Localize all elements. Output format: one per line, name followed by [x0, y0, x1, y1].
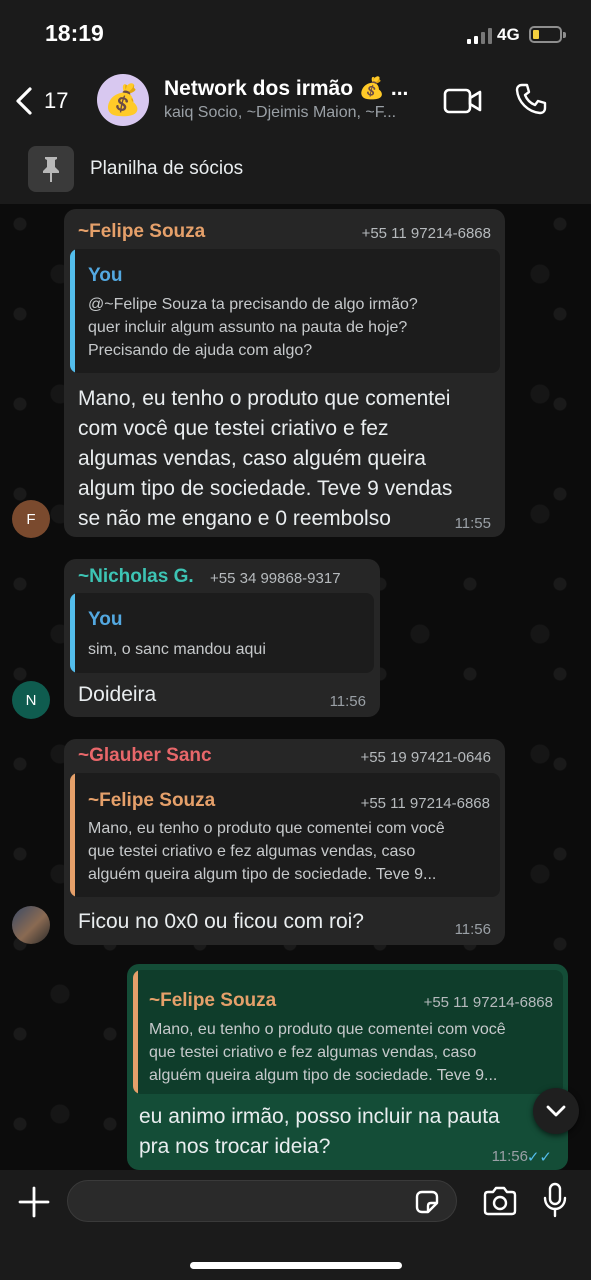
- voice-call-button[interactable]: [514, 82, 548, 116]
- message-bubble[interactable]: ~Glauber Sanc +55 19 97421-0646 ~Felipe …: [64, 739, 505, 945]
- group-members[interactable]: kaiq Socio, ~Djeimis Maion, ~F...: [164, 104, 426, 122]
- quote-text-line: alguém queira algum tipo de sociedade. T…: [88, 866, 437, 883]
- message-time: 11:56: [491, 1148, 528, 1165]
- back-button[interactable]: 17: [14, 84, 84, 118]
- battery-icon: [529, 26, 566, 43]
- chat-area[interactable]: ~Felipe Souza +55 11 97214-6868 You @~Fe…: [0, 204, 591, 1170]
- unread-count: 17: [44, 88, 69, 113]
- message-text-line: algumas vendas, caso alguém queira: [78, 447, 426, 470]
- network-type: 4G: [497, 25, 520, 44]
- sender-phone: +55 19 97421-0646: [360, 749, 491, 766]
- quoted-message[interactable]: You @~Felipe Souza ta precisando de algo…: [70, 249, 500, 373]
- message-text-line: com você que testei criativo e fez: [78, 417, 389, 440]
- quote-text-line: quer incluir algum assunto na pauta de h…: [88, 319, 408, 336]
- pinned-message[interactable]: Planilha de sócios: [0, 142, 591, 204]
- scroll-to-bottom-button[interactable]: [533, 1088, 579, 1134]
- status-bar: 18:19 4G: [0, 0, 591, 64]
- message-text-line: Doideira: [78, 683, 157, 706]
- chat-header: 17 💰 Network dos irmão 💰 ... kaiq Socio,…: [0, 64, 591, 204]
- group-avatar[interactable]: 💰: [97, 74, 149, 126]
- quote-text-line: Mano, eu tenho o produto que comentei co…: [88, 820, 445, 837]
- quoted-message[interactable]: ~Felipe Souza +55 11 97214-6868 Mano, eu…: [133, 970, 563, 1094]
- chevron-down-icon: [546, 1105, 566, 1117]
- group-title[interactable]: Network dos irmão 💰 ...: [164, 77, 408, 101]
- quote-text-line: @~Felipe Souza ta precisando de algo irm…: [88, 296, 418, 313]
- message-composer: [0, 1170, 591, 1280]
- sticker-icon: [415, 1190, 439, 1214]
- message-time: 11:55: [454, 515, 491, 532]
- quote-bar: [70, 593, 75, 673]
- message-time: 11:56: [329, 693, 366, 710]
- sender-phone: +55 11 97214-6868: [361, 225, 491, 242]
- plus-icon: [18, 1186, 50, 1218]
- quote-phone: +55 11 97214-6868: [360, 795, 490, 812]
- sender-name[interactable]: ~Felipe Souza: [78, 221, 205, 243]
- video-camera-icon: [443, 88, 482, 114]
- quote-author: You: [88, 609, 123, 630]
- pin-icon: [28, 146, 74, 192]
- phone-icon: [515, 83, 547, 115]
- quote-author: ~Felipe Souza: [149, 990, 277, 1011]
- message-bubble[interactable]: ~Felipe Souza +55 11 97214-6868 You @~Fe…: [64, 209, 505, 537]
- attach-button[interactable]: [16, 1184, 52, 1220]
- message-text-line: algum tipo de sociedade. Teve 9 vendas: [78, 477, 453, 500]
- quote-text-line: sim, o sanc mandou aqui: [88, 641, 266, 658]
- message-text-line: Mano, eu tenho o produto que comentei: [78, 387, 451, 410]
- quote-text-line: alguém queira algum tipo de sociedade. T…: [149, 1067, 498, 1084]
- quote-bar: [70, 773, 75, 897]
- camera-button[interactable]: [482, 1186, 518, 1216]
- message-time: 11:56: [454, 921, 491, 938]
- quote-author: You: [88, 265, 123, 286]
- avatar-letter: N: [25, 691, 37, 709]
- sender-name[interactable]: ~Glauber Sanc: [78, 745, 212, 767]
- quote-text-line: Precisando de ajuda com algo?: [88, 342, 313, 359]
- message-input[interactable]: [67, 1180, 457, 1222]
- message-text-line: pra nos trocar ideia?: [139, 1135, 331, 1158]
- microphone-icon: [543, 1182, 567, 1218]
- quote-author: ~Felipe Souza: [88, 790, 216, 811]
- pinned-text: Planilha de sócios: [90, 158, 244, 179]
- avatar[interactable]: [12, 906, 50, 944]
- signal-icon: [467, 28, 492, 44]
- message-text-line: eu animo irmão, posso incluir na pauta: [139, 1105, 500, 1128]
- quote-phone: +55 11 97214-6868: [423, 994, 553, 1011]
- quote-bar: [70, 249, 75, 373]
- avatar-letter: F: [26, 510, 36, 528]
- microphone-button[interactable]: [542, 1182, 568, 1218]
- clock: 18:19: [45, 20, 104, 46]
- money-bag-icon: 💰: [104, 83, 142, 117]
- avatar[interactable]: F: [12, 500, 50, 538]
- quoted-message[interactable]: You sim, o sanc mandou aqui: [70, 593, 374, 673]
- quote-text-line: que testei criativo e fez algumas vendas…: [88, 843, 416, 860]
- quoted-message[interactable]: ~Felipe Souza +55 11 97214-6868 Mano, eu…: [70, 773, 500, 897]
- sender-phone: +55 34 99868-9317: [210, 570, 341, 587]
- message-bubble-outgoing[interactable]: ~Felipe Souza +55 11 97214-6868 Mano, eu…: [127, 964, 568, 1170]
- message-text-line: Ficou no 0x0 ou ficou com roi?: [78, 910, 364, 933]
- message-text-line: se não me engano e 0 reembolso: [78, 507, 391, 530]
- quote-bar: [133, 970, 138, 1094]
- quote-text-line: que testei criativo e fez algumas vendas…: [149, 1044, 477, 1061]
- chevron-left-icon: [16, 87, 32, 115]
- camera-icon: [483, 1186, 517, 1216]
- home-indicator[interactable]: [190, 1262, 402, 1269]
- message-bubble[interactable]: ~Nicholas G. +55 34 99868-9317 You sim, …: [64, 559, 380, 717]
- quote-text-line: Mano, eu tenho o produto que comentei co…: [149, 1021, 506, 1038]
- read-receipt-icon: ✓✓: [526, 1149, 552, 1166]
- avatar[interactable]: N: [12, 681, 50, 719]
- sender-name[interactable]: ~Nicholas G.: [78, 566, 194, 588]
- sticker-button[interactable]: [413, 1188, 441, 1216]
- video-call-button[interactable]: [443, 86, 483, 116]
